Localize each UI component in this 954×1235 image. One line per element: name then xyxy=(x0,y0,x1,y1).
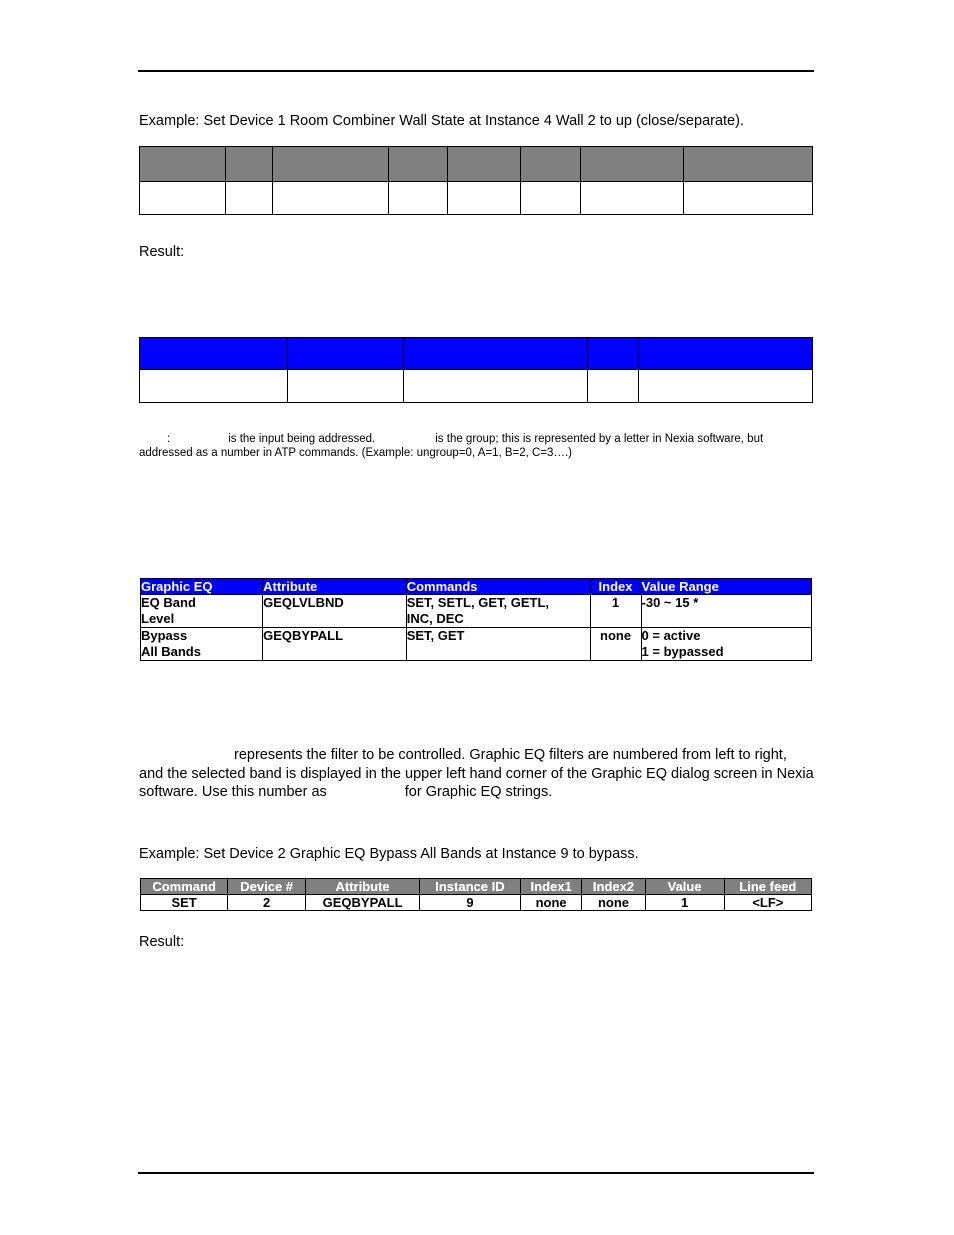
table-header-row xyxy=(138,146,814,182)
command-string-table: Command Device # Attribute Instance ID I… xyxy=(139,878,813,911)
cell-line: SET, GET xyxy=(406,628,465,643)
cell-value-range: -30 ~ 15 * xyxy=(640,594,813,628)
cell-bypass-all-bands: Bypass All Bands xyxy=(139,627,264,661)
header-value: Value xyxy=(644,878,725,895)
table-header-cell xyxy=(387,146,449,182)
table-header-cell xyxy=(272,146,389,182)
cell-line: 1 = bypassed xyxy=(641,644,724,659)
table-row: EQ Band Level GEQLVLBND SET, SETL, GET, … xyxy=(139,594,813,628)
cell-commands: SET, SETL, GET, GETL, INC, DEC xyxy=(405,594,591,628)
table-header-cell xyxy=(682,146,814,182)
cell-line: Level xyxy=(141,611,175,626)
document-page: Example: Set Device 1 Room Combiner Wall… xyxy=(0,0,954,1235)
table-row: SET 2 GEQBYPALL 9 none none 1 <LF> xyxy=(139,894,813,911)
cell-attribute: GEQBYPALL xyxy=(262,627,407,661)
table-cell xyxy=(682,181,814,215)
table-header-cell xyxy=(138,146,227,182)
header-index1: Index1 xyxy=(519,878,583,895)
header-rule xyxy=(138,70,814,72)
result-label-2: Result: xyxy=(139,934,185,950)
table-header-cell xyxy=(447,146,521,182)
cell-line: -30 ~ 15 * xyxy=(641,595,699,610)
cell-index1: none xyxy=(519,894,583,911)
cell-attribute: GEQLVLBND xyxy=(262,594,407,628)
header-value-range: Value Range xyxy=(640,578,813,595)
header-index2: Index2 xyxy=(581,878,646,895)
table-cell xyxy=(580,181,684,215)
table-header-cell xyxy=(586,337,639,370)
cell-line: SET, SETL, GET, GETL, xyxy=(406,595,549,610)
cell-line: GEQBYPALL xyxy=(263,628,344,643)
table-cell xyxy=(287,369,405,403)
header-device-number: Device # xyxy=(227,878,307,895)
cell-line: GEQLVLBND xyxy=(263,595,344,610)
table-header-row xyxy=(138,337,814,370)
table-cell xyxy=(637,369,814,403)
table-header-cell xyxy=(580,146,684,182)
table-cell xyxy=(138,181,227,215)
header-index: Index xyxy=(589,578,642,595)
table-header-cell xyxy=(637,337,814,370)
cell-line: INC, DEC xyxy=(406,611,464,626)
cell-line: 0 = active xyxy=(641,628,701,643)
table-row: Bypass All Bands GEQBYPALL SET, GET none… xyxy=(139,627,813,661)
table-header-cell xyxy=(287,337,405,370)
footer-rule xyxy=(138,1172,814,1174)
table-header-cell xyxy=(225,146,274,182)
table-header-cell xyxy=(403,337,588,370)
table-cell xyxy=(519,181,582,215)
table-cell xyxy=(138,369,289,403)
header-commands: Commands xyxy=(405,578,591,595)
example-line-1: Example: Set Device 1 Room Combiner Wall… xyxy=(139,113,744,129)
cell-line: All Bands xyxy=(141,644,201,659)
cell-index: none xyxy=(589,627,642,661)
header-attribute: Attribute xyxy=(262,578,407,595)
header-graphic-eq: Graphic EQ xyxy=(139,578,264,595)
footnote-paragraph: : is the input being addressed. is the gro… xyxy=(139,432,819,460)
cell-line: 1 xyxy=(611,595,620,610)
cell-value: 1 xyxy=(644,894,725,911)
footnote-text-1: is the input being addressed. xyxy=(228,433,376,445)
table-cell xyxy=(403,369,588,403)
table-header-row: Command Device # Attribute Instance ID I… xyxy=(139,878,813,895)
table-row xyxy=(138,369,814,403)
cell-instance-id: 9 xyxy=(419,894,521,911)
header-attribute: Attribute xyxy=(305,878,421,895)
blank-parameter-table-gray xyxy=(138,146,814,215)
table-cell xyxy=(387,181,449,215)
cell-value-range: 0 = active 1 = bypassed xyxy=(640,627,813,661)
table-cell xyxy=(272,181,389,215)
table-cell xyxy=(447,181,521,215)
table-header-row: Graphic EQ Attribute Commands Index Valu… xyxy=(139,578,813,595)
cell-commands: SET, GET xyxy=(405,627,591,661)
cell-eq-band-level: EQ Band Level xyxy=(139,594,264,628)
graphic-eq-attribute-table: Graphic EQ Attribute Commands Index Valu… xyxy=(139,578,813,661)
footnote-colon: : xyxy=(167,433,171,445)
cell-line: none xyxy=(600,628,632,643)
table-cell xyxy=(586,369,639,403)
cell-line-feed: <LF> xyxy=(723,894,813,911)
cell-attribute: GEQBYPALL xyxy=(305,894,421,911)
example-line-2: Example: Set Device 2 Graphic EQ Bypass … xyxy=(139,846,639,862)
header-instance-id: Instance ID xyxy=(419,878,521,895)
table-row xyxy=(138,181,814,215)
cell-line: Bypass xyxy=(141,628,188,643)
header-command: Command xyxy=(139,878,229,895)
paragraph-text-2: for Graphic EQ strings. xyxy=(404,784,553,800)
header-line-feed: Line feed xyxy=(723,878,813,895)
table-header-cell xyxy=(519,146,582,182)
table-header-cell xyxy=(138,337,289,370)
table-cell xyxy=(225,181,274,215)
cell-index2: none xyxy=(581,894,646,911)
cell-device-number: 2 xyxy=(227,894,307,911)
cell-line: EQ Band xyxy=(141,595,196,610)
result-label-1: Result: xyxy=(139,244,185,260)
description-paragraph: represents the filter to be controlled. … xyxy=(139,746,815,802)
blank-parameter-table-blue xyxy=(138,337,814,403)
cell-command: SET xyxy=(139,894,229,911)
cell-index: 1 xyxy=(589,594,642,628)
